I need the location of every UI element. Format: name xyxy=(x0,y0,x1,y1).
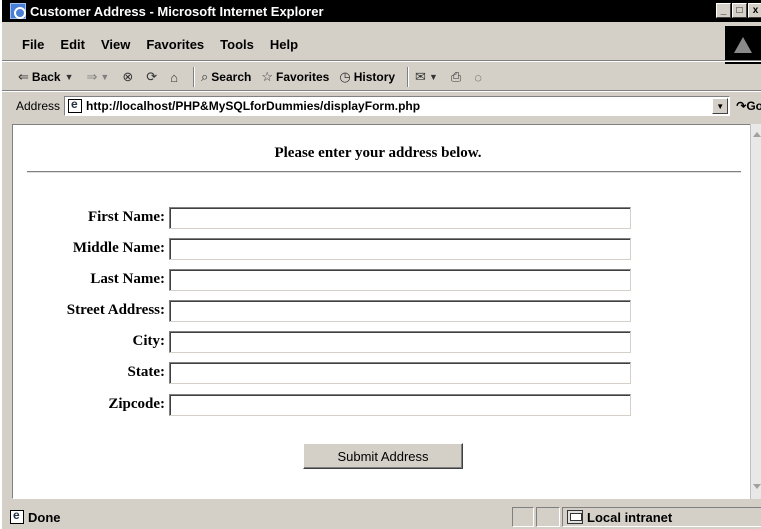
form-row-street-address: Street Address: xyxy=(13,300,743,324)
menu-file[interactable]: File xyxy=(22,37,44,52)
menu-tools[interactable]: Tools xyxy=(220,37,254,52)
refresh-button[interactable]: ⟳ xyxy=(146,69,160,85)
mail-button[interactable]: ✉ ▼ xyxy=(415,69,441,85)
first-name-label: First Name: xyxy=(87,209,165,225)
print-button[interactable]: ⎙ xyxy=(451,69,464,85)
favorites-button[interactable]: ☆ Favorites xyxy=(261,69,329,85)
chevron-down-icon: ▼ xyxy=(428,72,438,82)
discuss-button[interactable]: ◌ xyxy=(474,70,485,85)
status-text: Done xyxy=(28,509,61,525)
form-row-city: City: xyxy=(13,331,743,355)
form-row-last-name: Last Name: xyxy=(13,269,743,293)
favorites-icon: ☆ xyxy=(261,69,273,84)
zone-label: Local intranet xyxy=(587,509,673,525)
menu-edit[interactable]: Edit xyxy=(60,37,85,52)
menu-help[interactable]: Help xyxy=(270,37,298,52)
status-text-pane: Done xyxy=(10,507,504,527)
scroll-up-icon[interactable] xyxy=(753,132,761,137)
back-arrow-icon: ⇐ xyxy=(18,69,29,84)
street-address-field[interactable] xyxy=(169,300,631,322)
stop-button[interactable]: ⊗ xyxy=(122,69,136,85)
divider xyxy=(2,60,761,62)
home-icon: ⌂ xyxy=(170,69,179,85)
go-arrow-icon: ↷ xyxy=(736,99,747,113)
minimize-button[interactable]: _ xyxy=(716,3,731,18)
toolbar: ⇐ Back ▼ ⇒ ▼ ⊗ ⟳ ⌂ ⌕ Search ☆ Favorites … xyxy=(2,64,761,90)
search-icon: ⌕ xyxy=(201,69,209,84)
last-name-field[interactable] xyxy=(169,269,631,291)
scroll-down-icon[interactable] xyxy=(753,484,761,489)
window-title: Customer Address - Microsoft Internet Ex… xyxy=(30,3,324,19)
page-viewport: Please enter your address below. First N… xyxy=(12,124,752,499)
menu-bar: File Edit View Favorites Tools Help xyxy=(2,33,761,55)
page-heading: Please enter your address below. xyxy=(274,145,482,161)
back-label: Back xyxy=(31,70,61,84)
form-row-first-name: First Name: xyxy=(13,207,743,231)
last-name-label: Last Name: xyxy=(90,271,165,287)
middle-name-field[interactable] xyxy=(169,238,631,260)
divider xyxy=(2,90,761,92)
search-label: Search xyxy=(211,70,252,84)
security-zone: Local intranet xyxy=(562,507,761,527)
maximize-button[interactable]: □ xyxy=(732,3,747,18)
status-bar: Done Local intranet xyxy=(2,505,761,529)
go-button[interactable]: ↷Go xyxy=(736,99,761,113)
toolbar-divider xyxy=(193,67,196,87)
address-label: Address xyxy=(16,99,61,113)
middle-name-label: Middle Name: xyxy=(72,240,165,256)
close-button[interactable]: x xyxy=(748,3,761,18)
address-bar: Address http://localhost/PHP&MySQLforDum… xyxy=(2,93,761,119)
form-row-zipcode: Zipcode: xyxy=(13,394,743,418)
street-address-label: Street Address: xyxy=(66,302,165,318)
status-pane xyxy=(512,507,534,527)
state-label: State: xyxy=(127,364,166,380)
home-button[interactable]: ⌂ xyxy=(170,70,181,85)
stop-icon: ⊗ xyxy=(122,69,134,84)
mail-icon: ✉ xyxy=(415,69,426,84)
intranet-icon xyxy=(567,510,583,524)
address-url: http://localhost/PHP&MySQLforDummies/dis… xyxy=(86,99,421,113)
page-icon xyxy=(68,97,83,113)
back-button[interactable]: ⇐ Back ▼ xyxy=(18,69,77,85)
forward-arrow-icon: ⇒ xyxy=(86,69,98,84)
menu-favorites[interactable]: Favorites xyxy=(146,37,204,52)
address-input[interactable]: http://localhost/PHP&MySQLforDummies/dis… xyxy=(64,96,731,116)
go-label: Go xyxy=(746,99,761,113)
zipcode-label: Zipcode: xyxy=(108,396,165,412)
chevron-down-icon: ▼ xyxy=(100,72,110,82)
submit-address-button[interactable]: Submit Address xyxy=(303,443,463,469)
history-label: History xyxy=(353,70,396,84)
address-dropdown-button[interactable]: ▼ xyxy=(712,98,729,114)
print-icon: ⎙ xyxy=(450,69,462,84)
ie-logo-icon xyxy=(725,26,761,64)
horizontal-rule xyxy=(27,171,741,173)
state-field[interactable] xyxy=(169,362,631,384)
page-icon xyxy=(10,508,24,524)
vertical-scrollbar[interactable] xyxy=(750,124,761,499)
history-icon: ◷ xyxy=(339,69,351,84)
city-field[interactable] xyxy=(169,331,631,353)
chevron-down-icon: ▼ xyxy=(64,72,74,82)
title-bar[interactable]: Customer Address - Microsoft Internet Ex… xyxy=(2,0,761,22)
form-row-middle-name: Middle Name: xyxy=(13,238,743,262)
status-pane xyxy=(536,507,560,527)
menu-view[interactable]: View xyxy=(101,37,130,52)
toolbar-divider xyxy=(407,67,410,87)
form-row-state: State: xyxy=(13,362,743,386)
browser-window: Customer Address - Microsoft Internet Ex… xyxy=(0,0,761,529)
search-button[interactable]: ⌕ Search xyxy=(201,69,251,85)
zipcode-field[interactable] xyxy=(169,394,631,416)
first-name-field[interactable] xyxy=(169,207,631,229)
window-controls: _ □ x xyxy=(716,3,761,18)
discuss-icon: ◌ xyxy=(474,69,482,85)
refresh-icon: ⟳ xyxy=(146,69,158,84)
history-button[interactable]: ◷ History xyxy=(339,69,395,85)
city-label: City: xyxy=(132,333,166,349)
ie-page-icon xyxy=(10,3,26,19)
forward-button[interactable]: ⇒ ▼ xyxy=(87,69,113,85)
favorites-label: Favorites xyxy=(275,70,330,84)
